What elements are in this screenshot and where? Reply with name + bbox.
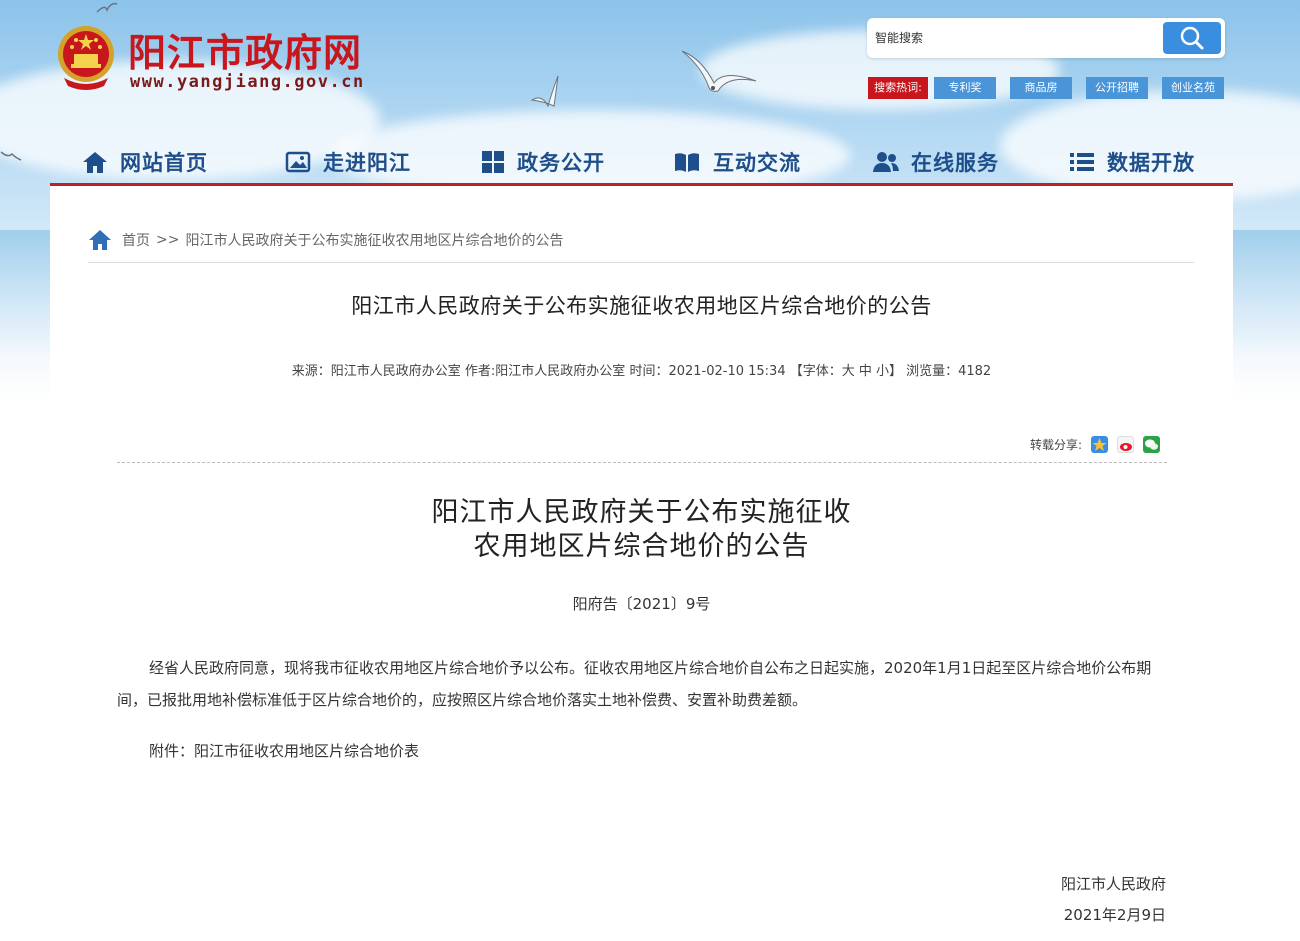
seagull-icon — [530, 75, 559, 108]
article-meta: 来源：阳江市人民政府办公室 作者:阳江市人民政府办公室 时间：2021-02-1… — [291, 364, 992, 379]
search-box — [867, 18, 1225, 58]
divider — [117, 462, 1167, 463]
book-icon — [675, 153, 699, 172]
list-icon — [1070, 153, 1094, 171]
users-icon — [873, 152, 899, 172]
home-icon[interactable] — [88, 229, 112, 251]
divider — [88, 262, 1194, 263]
site-url[interactable]: www.yangjiang.gov.cn — [130, 72, 365, 92]
article-title: 阳江市人民政府关于公布实施征收农用地区片综合地价的公告 — [351, 294, 932, 318]
document-number: 阳府告〔2021〕9号 — [572, 595, 711, 613]
nav-label: 在线服务 — [911, 151, 999, 175]
nav-item-home[interactable]: 网站首页 — [82, 146, 208, 178]
seagull-icon — [96, 2, 118, 13]
share-label: 转载分享: — [1030, 437, 1083, 452]
body-paragraph: 经省人民政府同意，现将我市征收农用地区片综合地价予以公布。征收农用地区片综合地价… — [117, 659, 1152, 709]
nav-label: 数据开放 — [1107, 151, 1195, 175]
document-title-line: 农用地区片综合地价的公告 — [473, 531, 810, 562]
nav-label: 政务公开 — [517, 151, 605, 175]
main-nav — [50, 140, 1233, 187]
hot-tag[interactable]: 商品房 — [1010, 77, 1072, 99]
nav-item-interaction[interactable]: 互动交流 — [673, 146, 801, 178]
nav-item-online-service[interactable]: 在线服务 — [873, 146, 999, 178]
nav-label: 走进阳江 — [323, 151, 411, 175]
breadcrumb-current[interactable]: 阳江市人民政府关于公布实施征收农用地区片综合地价的公告 — [185, 230, 563, 250]
signature-org: 阳江市人民政府 — [1060, 875, 1166, 893]
nav-label: 网站首页 — [120, 151, 208, 175]
hot-tag[interactable]: 公开招聘 — [1086, 77, 1148, 99]
nav-item-open-data[interactable]: 数据开放 — [1069, 146, 1195, 178]
nav-label: 互动交流 — [713, 151, 801, 175]
search-button[interactable] — [1163, 22, 1221, 54]
qzone-share-icon[interactable] — [1091, 435, 1109, 453]
hot-search-label: 搜索热词: — [868, 77, 928, 99]
site-title[interactable]: 阳江市政府网 — [128, 22, 362, 77]
breadcrumb-home[interactable]: 首页 — [122, 230, 150, 250]
picture-icon — [285, 151, 311, 173]
home-icon — [83, 152, 107, 173]
search-input[interactable] — [875, 27, 1155, 49]
grid-icon — [482, 151, 504, 173]
weibo-share-icon[interactable] — [1117, 435, 1135, 453]
nav-item-about[interactable]: 走进阳江 — [285, 146, 411, 178]
hot-tag[interactable]: 专利奖 — [934, 77, 996, 99]
breadcrumb: 首页 >> 阳江市人民政府关于公布实施征收农用地区片综合地价的公告 — [88, 228, 563, 252]
hot-tag[interactable]: 创业名苑 — [1162, 77, 1224, 99]
national-emblem-logo[interactable] — [54, 22, 118, 92]
nav-item-gov-affairs[interactable]: 政务公开 — [481, 146, 605, 178]
wechat-share-icon[interactable] — [1143, 435, 1161, 453]
attachment-line[interactable]: 附件：阳江市征收农用地区片综合地价表 — [117, 735, 1169, 767]
signature-date: 2021年2月9日 — [1063, 906, 1166, 924]
document-title-line: 阳江市人民政府关于公布实施征收 — [431, 497, 852, 528]
breadcrumb-separator: >> — [156, 232, 180, 248]
seagull-icon — [681, 50, 757, 92]
search-icon — [1180, 26, 1204, 50]
nav-underline — [50, 183, 1233, 186]
share-bar: 转载分享: — [1030, 434, 1161, 454]
seagull-icon — [0, 151, 22, 161]
document-title: 阳江市人民政府关于公布实施征收 农用地区片综合地价的公告 — [0, 496, 1283, 564]
